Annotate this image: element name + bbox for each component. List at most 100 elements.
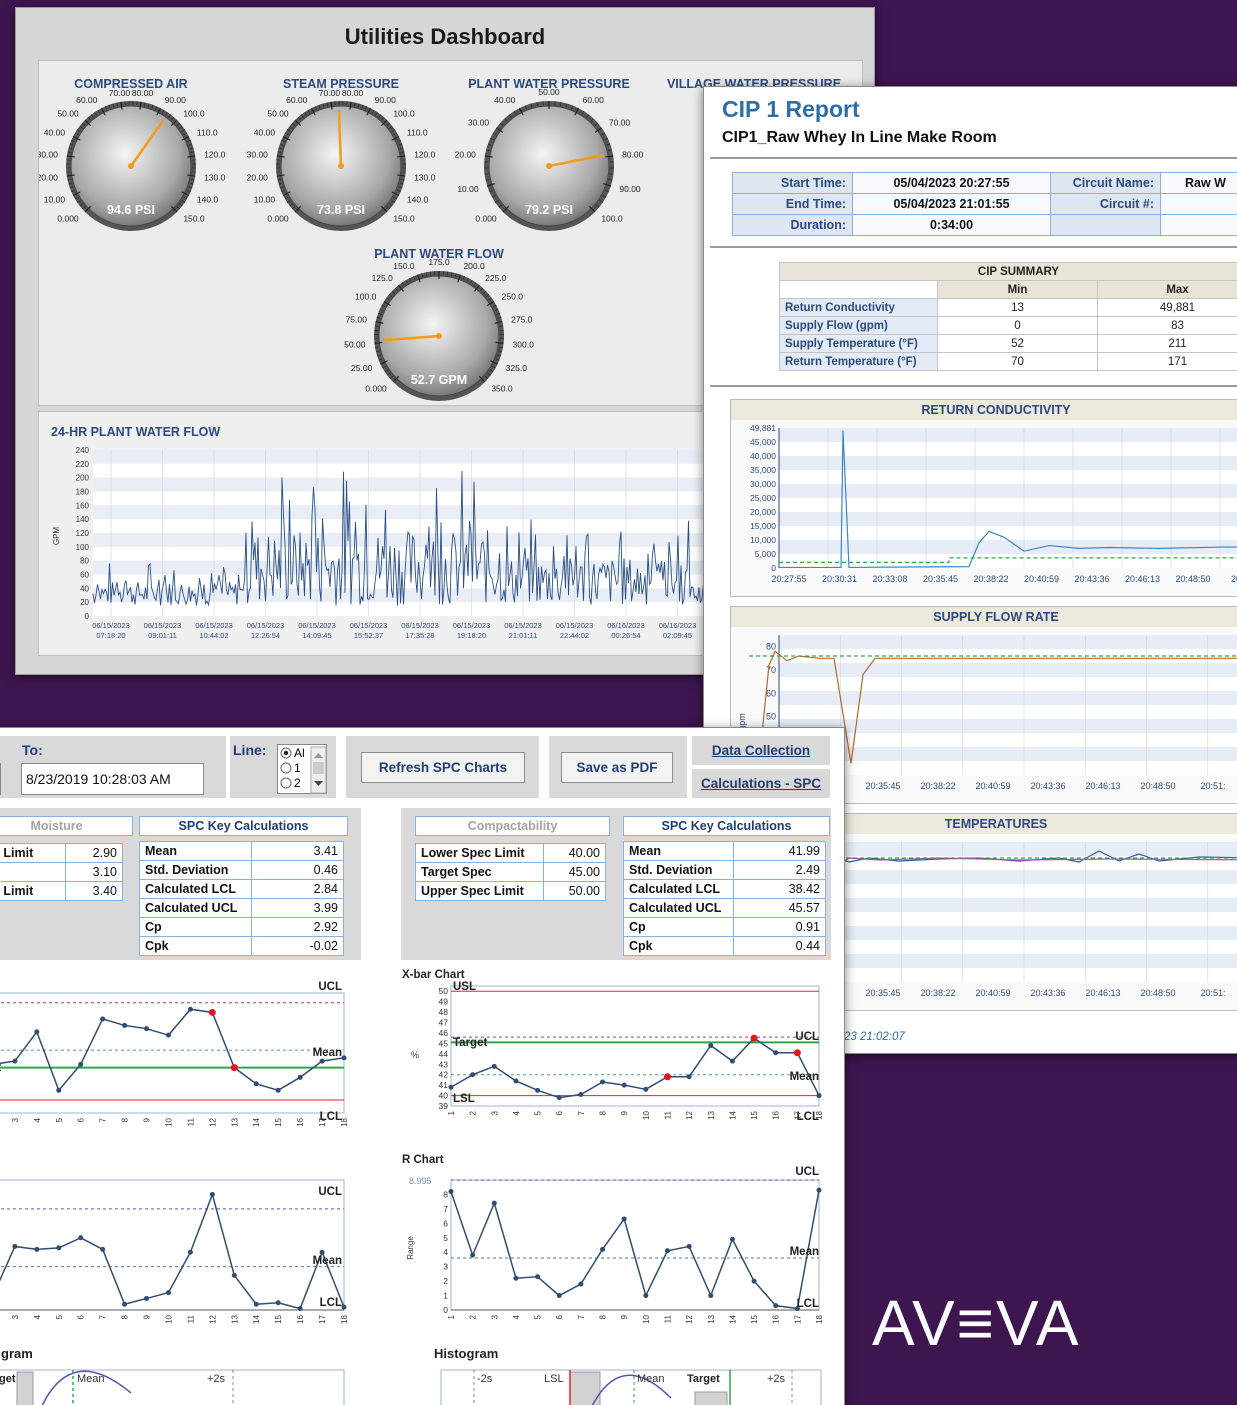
limit-label: UCL xyxy=(795,1031,819,1043)
x-tick-label: 14 xyxy=(252,1314,261,1323)
data-point xyxy=(750,1034,758,1042)
gauge-1: STEAM PRESSURE0.00010.0020.0030.0040.005… xyxy=(247,77,436,231)
gauge-tick-label: 90.00 xyxy=(619,184,641,194)
data-point xyxy=(535,1087,541,1093)
gauge-tick-label: 140.0 xyxy=(197,195,219,205)
x-tick-label: 15 xyxy=(750,1314,759,1323)
gauge-tick-label: 250.0 xyxy=(502,292,524,302)
summary-row-label: Return Conductivity xyxy=(779,298,938,317)
x-tick-label: 06/15/2023 xyxy=(195,621,233,630)
x-tick-label: 20:51: xyxy=(1231,574,1237,584)
gauge-tick-label: 0.000 xyxy=(57,213,79,223)
x-tick-label: 20:48:50 xyxy=(1175,574,1210,584)
y-tick-label: 6 xyxy=(443,1218,448,1228)
y-tick-label: 5 xyxy=(443,1233,448,1243)
chart-band xyxy=(779,635,1237,649)
y-tick-label: 4 xyxy=(443,1247,448,1257)
x-tick-label: 1 xyxy=(447,1314,456,1319)
chart-title: 24-HR PLANT WATER FLOW xyxy=(51,425,220,439)
y-axis-label: GPM xyxy=(52,527,61,546)
control-chart: 1 2 3 4 5 6 7 8 9 10 11 12 13 14 15 16 17 18UCLMeanLCL012… xyxy=(443,1166,824,1324)
data-point xyxy=(816,1093,822,1099)
chart-band xyxy=(779,705,1237,719)
duration-value: 0:34:00 xyxy=(852,214,1051,236)
spc-charts-svg: X-bar Chart%1 2 3 4 5 6 7 8 9 10 11 12 13 14 15 16 17 18U… xyxy=(0,969,824,1405)
x-tick-label: 20:40:59 xyxy=(1024,574,1059,584)
gauge-hub xyxy=(436,333,442,339)
data-point xyxy=(513,1275,519,1281)
y-axis-label: % xyxy=(411,1050,419,1060)
x-tick-label: 20:51: xyxy=(1200,781,1225,791)
data-point xyxy=(621,1216,627,1222)
report-timestamp: 23 21:02:07 xyxy=(844,1031,905,1043)
x-tick-label: 20:51: xyxy=(1200,988,1225,998)
data-point xyxy=(793,1049,801,1057)
y-tick-label: 40 xyxy=(439,1091,449,1101)
x-tick-label: 15:52:37 xyxy=(354,631,383,640)
limit-label: UCL xyxy=(318,1186,342,1198)
data-point xyxy=(621,1082,627,1088)
y-tick-label: 15,000 xyxy=(750,521,776,531)
data-point xyxy=(556,1293,562,1299)
gauge-hub xyxy=(546,163,552,169)
gauge-tick-label: 50.00 xyxy=(267,109,289,119)
chart-band xyxy=(779,954,1237,968)
x-tick-label: 3 xyxy=(490,1314,499,1319)
gauge-2: PLANT WATER PRESSURE0.00010.0020.0030.00… xyxy=(455,77,644,231)
y-tick-label: 2 xyxy=(443,1276,448,1286)
histogram-bar xyxy=(16,1371,34,1405)
data-point xyxy=(729,1236,735,1242)
x-tick-label: 13 xyxy=(707,1110,716,1119)
return-conductivity-chart: RETURN CONDUCTIVITY 0 5,000 10,000 15,000 20… xyxy=(730,399,1237,597)
x-tick-label: 20:43:36 xyxy=(1030,781,1065,791)
x-tick-label: 20:35:45 xyxy=(923,574,958,584)
data-point xyxy=(208,1008,216,1016)
gauge-4: PLANT WATER FLOW0.00025.0050.0075.00100.… xyxy=(344,247,534,401)
data-point xyxy=(491,1200,497,1206)
chart-band xyxy=(779,842,1237,856)
x-tick-label: 5 xyxy=(534,1110,543,1115)
histogram-area xyxy=(0,1369,345,1405)
data-point xyxy=(12,1243,18,1249)
y-tick-label: 8 xyxy=(443,1189,448,1199)
data-point xyxy=(686,1074,692,1080)
summary-row-label: Supply Temperature (°F) xyxy=(779,334,938,353)
data-point xyxy=(470,1252,476,1258)
y-tick-label: 35,000 xyxy=(750,465,776,475)
x-tick-label: 10 xyxy=(642,1314,651,1323)
divider xyxy=(710,157,1237,159)
x-tick-label: 13 xyxy=(230,1314,239,1323)
x-tick-label: 12 xyxy=(208,1314,217,1323)
data-point xyxy=(708,1293,714,1299)
x-tick-label: 8 xyxy=(599,1110,608,1115)
x-tick-label: 16 xyxy=(772,1314,781,1323)
start-time-value: 05/04/2023 20:27:55 xyxy=(852,172,1051,194)
summary-min: 52 xyxy=(937,334,1098,353)
x-tick-label: 17:35:28 xyxy=(405,631,434,640)
data-point xyxy=(816,1187,822,1193)
x-tick-label: 8 xyxy=(121,1314,130,1319)
limit-label: Mean xyxy=(313,1047,342,1059)
data-point xyxy=(275,1087,281,1093)
data-point xyxy=(100,1246,106,1252)
limit-label: USL xyxy=(453,981,476,993)
y-tick-label: 100 xyxy=(76,543,90,552)
x-tick-label: 10:44:02 xyxy=(199,631,228,640)
x-tick-label: 06/15/2023 xyxy=(401,621,439,630)
gauge-tick-label: 80.00 xyxy=(132,88,154,98)
limit-label: Mean xyxy=(790,1071,819,1083)
conductivity-plot: 0 5,000 10,000 15,000 20,000 25,000 30,000 35,0… xyxy=(750,423,1237,584)
hist-label: Mean xyxy=(637,1373,665,1385)
data-point xyxy=(253,1081,259,1087)
x-tick-label: 8 xyxy=(121,1117,130,1122)
limit-label: Mean xyxy=(313,1255,342,1267)
gauge-hub xyxy=(338,163,344,169)
y-tick-label: 160 xyxy=(76,501,90,510)
gauge-tick-label: 30.00 xyxy=(247,149,269,159)
chart-band xyxy=(779,512,1237,526)
data-point xyxy=(600,1079,606,1085)
y-tick-label: 7 xyxy=(443,1204,448,1214)
y-tick-label: 50 xyxy=(439,986,449,996)
x-tick-label: 20:35:45 xyxy=(865,781,900,791)
x-tick-label: 20:43:36 xyxy=(1074,574,1109,584)
